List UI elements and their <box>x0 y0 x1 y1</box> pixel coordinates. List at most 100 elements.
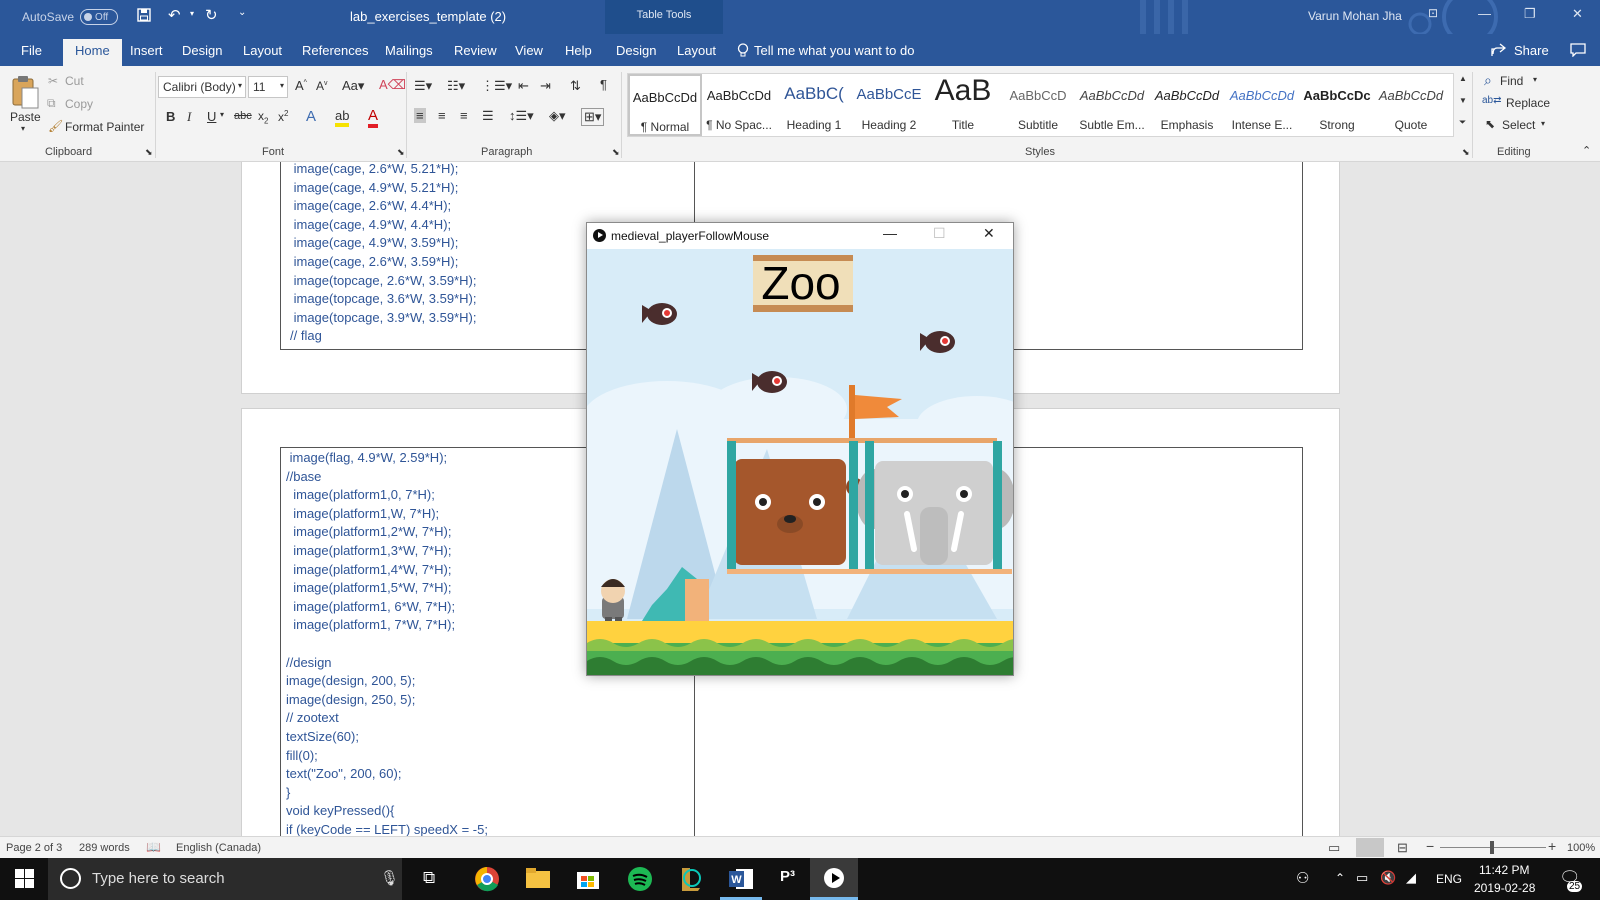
sort-icon[interactable]: ⇅ <box>570 78 581 94</box>
sketch-minimize-icon[interactable]: — <box>883 225 897 241</box>
code-line[interactable]: image(cage, 4.9*W, 3.59*H); <box>290 234 476 253</box>
taskbar-search[interactable]: Type here to search 🎙 <box>48 858 402 900</box>
change-case-icon[interactable]: Aa▾ <box>342 78 364 94</box>
battery-icon[interactable]: ▭ <box>1356 870 1368 886</box>
code-line[interactable]: fill(0); <box>286 747 488 766</box>
paste-button[interactable]: Paste <box>10 110 41 124</box>
code-line[interactable]: void keyPressed(){ <box>286 802 488 821</box>
copy-icon[interactable]: ⧉ <box>47 96 56 111</box>
undo-icon[interactable]: ↶ <box>168 6 181 24</box>
sketch-maximize-icon[interactable]: ☐ <box>933 225 946 242</box>
print-layout-icon[interactable] <box>1356 838 1384 857</box>
code-line[interactable]: //base <box>286 468 488 487</box>
select-icon[interactable]: ⬉ <box>1485 117 1495 131</box>
code-line[interactable]: image(cage, 4.9*W, 4.4*H); <box>290 216 476 235</box>
cut-icon[interactable]: ✂ <box>48 74 58 88</box>
tab-insert[interactable]: Insert <box>130 43 163 58</box>
read-mode-icon[interactable]: ▭ <box>1328 840 1340 856</box>
grow-font-icon[interactable]: A^ <box>295 78 307 93</box>
cut-button[interactable]: Cut <box>65 74 84 88</box>
close-icon[interactable]: ✕ <box>1572 6 1583 22</box>
tab-view[interactable]: View <box>515 43 543 58</box>
highlight-icon[interactable]: ab <box>335 108 350 127</box>
comments-icon[interactable] <box>1570 43 1586 60</box>
tab-review[interactable]: Review <box>454 43 497 58</box>
code-line[interactable]: image(platform1,5*W, 7*H); <box>286 579 488 598</box>
code-line[interactable] <box>286 635 488 654</box>
code-line[interactable]: image(platform1,4*W, 7*H); <box>286 561 488 580</box>
underline-dropdown-icon[interactable]: ▾ <box>220 110 224 119</box>
code-line[interactable]: // zootext <box>286 709 488 728</box>
show-hidden-icons[interactable]: ⌃ <box>1335 871 1345 885</box>
code-line[interactable]: image(platform1, 7*W, 7*H); <box>286 616 488 635</box>
redo-icon[interactable]: ↻ <box>205 6 218 24</box>
game-canvas[interactable]: Zoo <box>587 249 1013 675</box>
show-formatting-icon[interactable]: ¶ <box>600 77 607 92</box>
tab-home[interactable]: Home <box>63 39 122 66</box>
code-line[interactable]: if (keyCode == LEFT) speedX = -5; <box>286 821 488 836</box>
find-button[interactable]: Find <box>1500 74 1523 88</box>
bullets-icon[interactable]: ☰▾ <box>414 78 432 94</box>
wifi-icon[interactable]: ◢ <box>1406 870 1416 886</box>
superscript-icon[interactable]: x2 <box>278 109 288 124</box>
justify-icon[interactable]: ☰ <box>482 108 494 124</box>
paste-icon[interactable] <box>10 74 40 113</box>
tab-layout[interactable]: Layout <box>243 43 282 58</box>
find-dropdown-icon[interactable]: ▾ <box>1533 75 1537 84</box>
code-line[interactable]: image(platform1,3*W, 7*H); <box>286 542 488 561</box>
find-icon[interactable]: ⌕ <box>1484 72 1492 89</box>
copy-button[interactable]: Copy <box>65 97 93 111</box>
styles-launcher-icon[interactable]: ⬊ <box>1462 147 1470 158</box>
font-family-dropdown-icon[interactable]: ▾ <box>238 81 242 90</box>
code-line[interactable]: image(platform1,W, 7*H); <box>286 505 488 524</box>
code-line[interactable]: image(cage, 4.9*W, 5.21*H); <box>290 179 476 198</box>
zoom-in-icon[interactable]: + <box>1548 838 1556 854</box>
windows-start-icon[interactable] <box>15 869 34 895</box>
autosave-switch[interactable]: Off <box>80 9 119 25</box>
file-explorer-icon[interactable] <box>525 866 551 892</box>
tab-help[interactable]: Help <box>565 43 592 58</box>
proofing-icon[interactable]: 📖 <box>146 840 161 854</box>
spotify-icon[interactable] <box>627 866 653 892</box>
shading-icon[interactable]: ◈▾ <box>549 108 566 124</box>
decrease-indent-icon[interactable]: ⇤ <box>518 78 529 94</box>
code-line[interactable]: text("Zoo", 200, 60); <box>286 765 488 784</box>
sketch-close-icon[interactable]: ✕ <box>983 225 995 242</box>
share-button[interactable]: Share <box>1514 43 1549 58</box>
align-center-icon[interactable]: ≡ <box>438 108 446 123</box>
strikethrough-icon[interactable]: abc <box>234 110 252 122</box>
style-no-spacing[interactable]: AaBbCcDd ¶ No Spac... <box>702 74 776 136</box>
code-line[interactable]: image(cage, 2.6*W, 3.59*H); <box>290 253 476 272</box>
web-layout-icon[interactable]: ⊟ <box>1397 840 1408 856</box>
undo-dropdown-icon[interactable]: ▾ <box>190 9 194 18</box>
code-line[interactable]: image(platform1,0, 7*H); <box>286 486 488 505</box>
volume-muted-icon[interactable]: 🔇 <box>1380 870 1396 886</box>
zoom-out-icon[interactable]: − <box>1426 838 1434 854</box>
borders-icon[interactable]: ⊞▾ <box>581 108 605 126</box>
font-launcher-icon[interactable]: ⬊ <box>397 147 405 158</box>
numbering-icon[interactable]: ☷▾ <box>447 78 465 94</box>
page-count[interactable]: Page 2 of 3 <box>6 842 62 854</box>
select-button[interactable]: Select <box>1502 118 1535 132</box>
font-size-dropdown-icon[interactable]: ▾ <box>280 81 284 90</box>
tab-file[interactable]: File <box>21 43 42 58</box>
code-line[interactable]: image(design, 200, 5); <box>286 672 488 691</box>
text-effects-icon[interactable]: A <box>306 108 316 125</box>
league-client-icon[interactable] <box>678 866 702 892</box>
code-line[interactable]: image(design, 250, 5); <box>286 691 488 710</box>
font-color-icon[interactable]: A <box>368 107 379 128</box>
sketch-taskbar-button[interactable] <box>810 858 858 900</box>
underline-icon[interactable]: U <box>207 109 216 124</box>
code-line[interactable]: image(flag, 4.9*W, 2.59*H); <box>286 449 488 468</box>
code-line[interactable]: // flag <box>290 327 476 346</box>
align-left-icon[interactable]: ≡ <box>414 108 426 123</box>
italic-icon[interactable]: I <box>187 109 191 125</box>
clock-date[interactable]: 2019-02-28 <box>1474 881 1535 895</box>
replace-icon[interactable]: ab⇄ <box>1482 95 1502 106</box>
style-normal[interactable]: AaBbCcDd ¶ Normal <box>628 74 702 136</box>
code-line[interactable]: //design <box>286 654 488 673</box>
code-line[interactable]: } <box>286 784 488 803</box>
styles-scroll-down-icon[interactable]: ▼ <box>1459 96 1467 105</box>
style-intense-emphasis[interactable]: AaBbCcDd Intense E... <box>1225 74 1299 136</box>
format-painter-button[interactable]: Format Painter <box>65 120 144 134</box>
